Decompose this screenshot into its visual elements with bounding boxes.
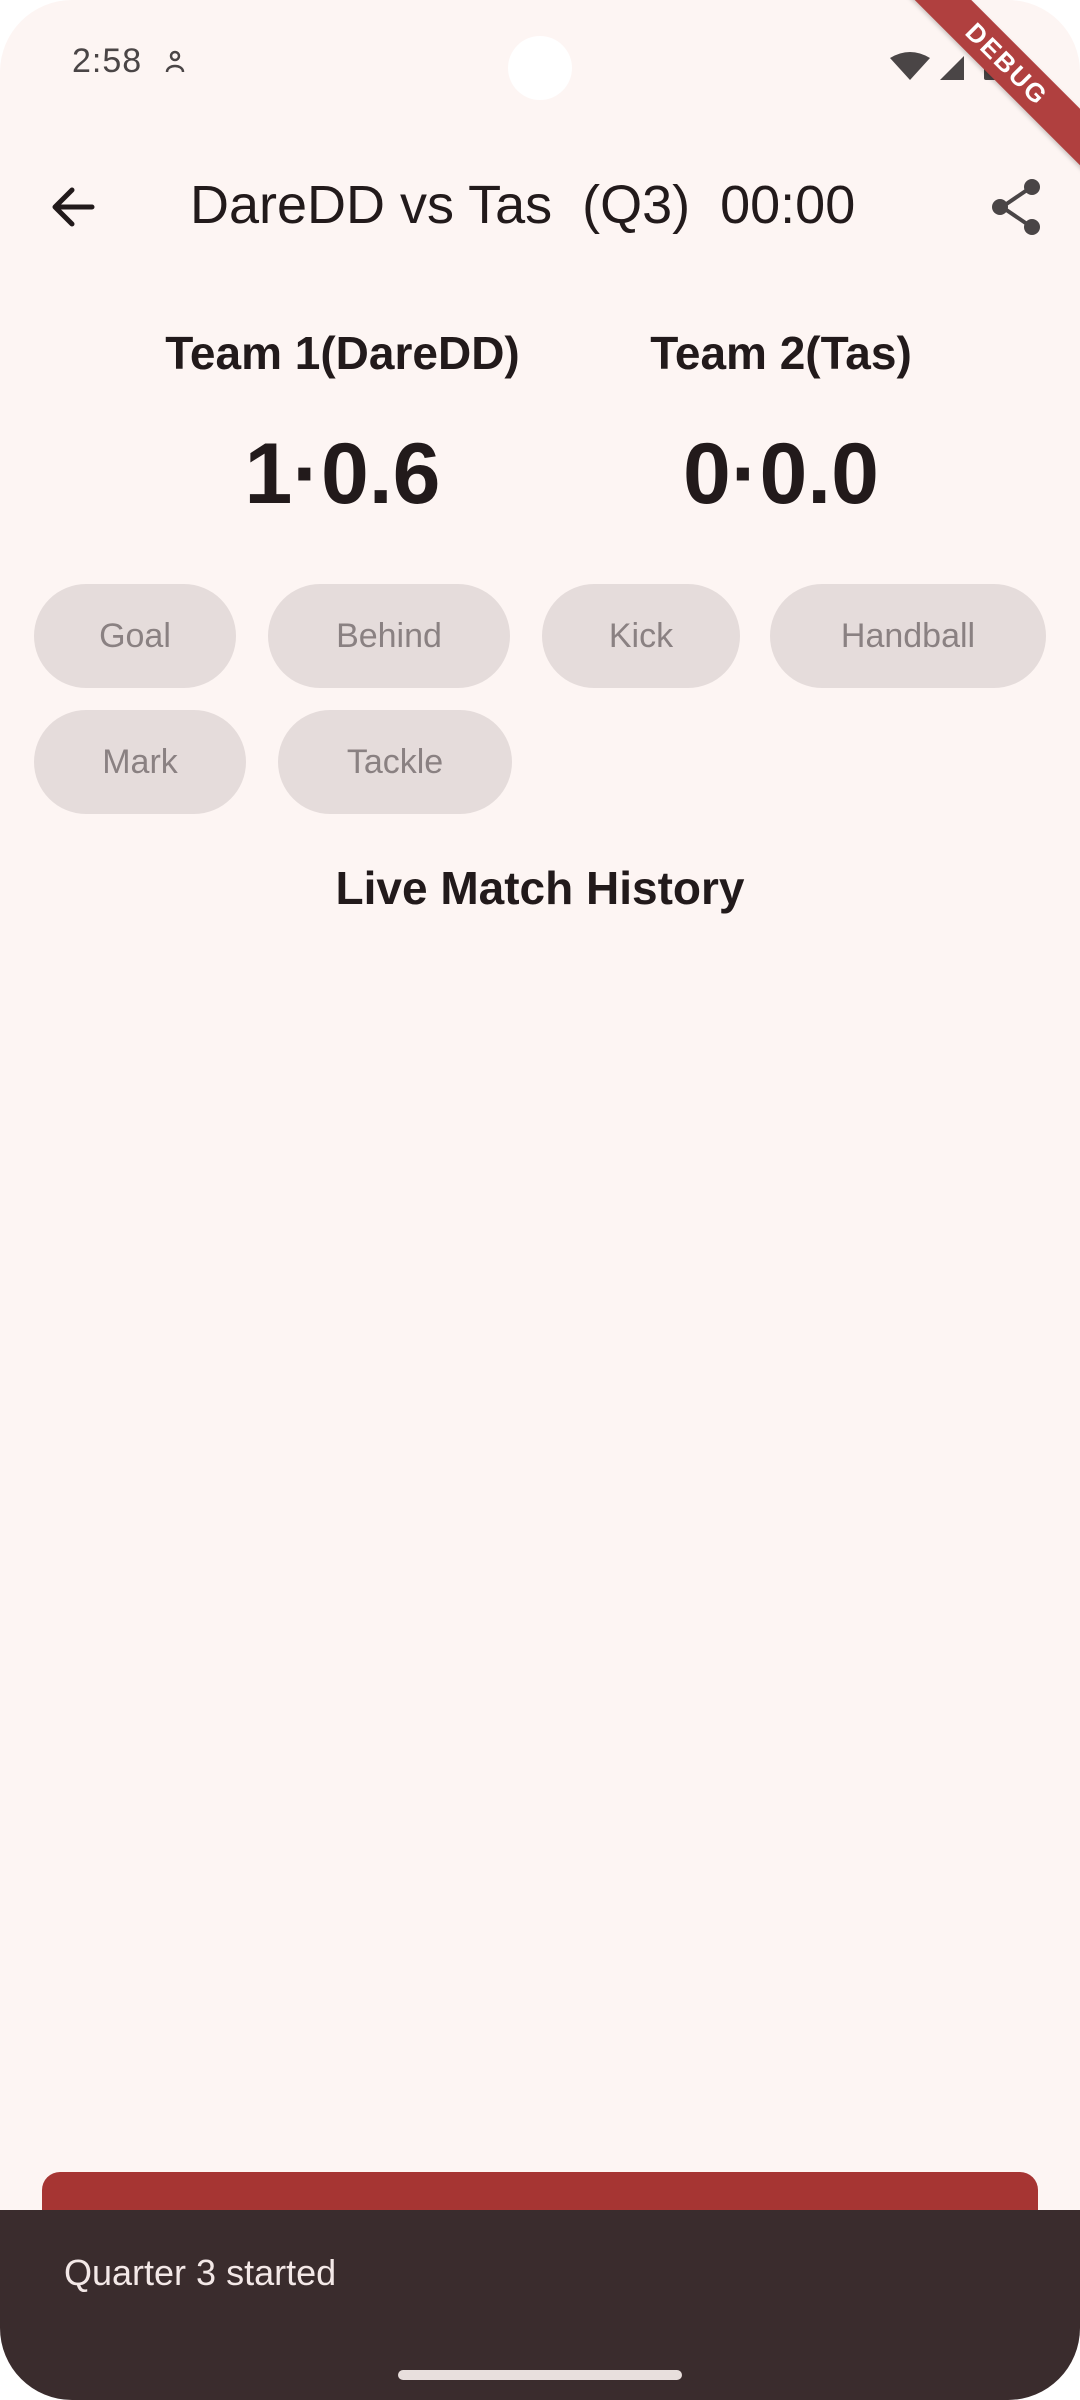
team-2-name: Team 2(Tas) xyxy=(650,327,912,379)
app-bar: DareDD vs Tas (Q3) 00:00 xyxy=(0,150,1080,260)
arrow-back-icon[interactable] xyxy=(36,170,110,244)
kick-button[interactable]: Kick xyxy=(542,584,740,688)
goal-button[interactable]: Goal xyxy=(34,584,236,688)
handball-button[interactable]: Handball xyxy=(770,584,1046,688)
person-icon xyxy=(165,50,185,73)
camera-cutout xyxy=(508,36,572,100)
team-2-score: 0·0.0 xyxy=(682,426,880,522)
history-list[interactable] xyxy=(34,940,1046,2140)
page-title: DareDD vs Tas (Q3) 00:00 xyxy=(190,175,856,235)
home-indicator[interactable] xyxy=(398,2370,682,2380)
wifi-icon xyxy=(890,52,930,80)
status-bar: 2:58 xyxy=(0,0,1080,110)
share-icon[interactable] xyxy=(980,170,1054,244)
screen: 2:58 DEBUG DareDD vs Tas (Q3) 00:00 Team… xyxy=(0,0,1080,2400)
team-1-score: 1·0.6 xyxy=(244,426,441,522)
status-time: 2:58 xyxy=(72,42,143,80)
mark-button[interactable]: Mark xyxy=(34,710,246,814)
team-1-name: Team 1(DareDD) xyxy=(165,327,520,379)
behind-button[interactable]: Behind xyxy=(268,584,510,688)
team-2: Team 2(Tas) 0·0.0 xyxy=(640,320,922,524)
team-1: Team 1(DareDD) 1·0.6 xyxy=(160,320,525,524)
snackbar: Quarter 3 started xyxy=(0,2210,1080,2400)
tackle-button[interactable]: Tackle xyxy=(278,710,512,814)
snackbar-message: Quarter 3 started xyxy=(64,2252,337,2293)
signal-icon xyxy=(940,56,964,80)
history-title: Live Match History xyxy=(335,862,745,914)
